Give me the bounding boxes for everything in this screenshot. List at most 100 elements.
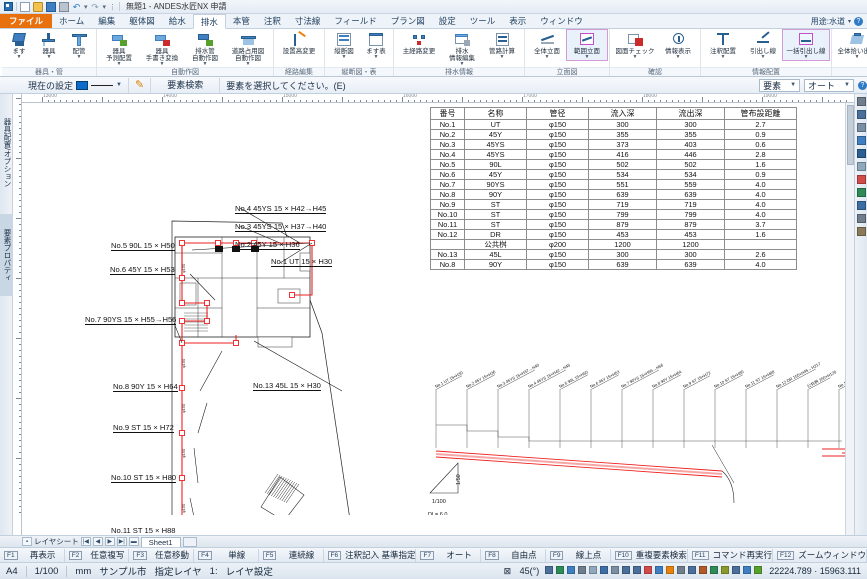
print-icon[interactable] <box>59 2 69 12</box>
table-row[interactable]: 公共桝φ20012001200 <box>431 240 797 250</box>
ribbon-button-8-0[interactable]: 全体拾い出し▼ <box>834 30 867 60</box>
table-row[interactable]: No.590Lφ1505025021.6 <box>431 160 797 170</box>
drawing-canvas[interactable]: φ150φ150φ150φ150φ150φ150No.1 UT 15×H30No… <box>22 103 854 535</box>
help-icon[interactable]: ? <box>858 81 867 90</box>
profile-label[interactable]: No.10 ST 15×H80 <box>713 369 745 390</box>
function-key-F5[interactable]: F5連続線 <box>259 549 324 562</box>
ribbon-button-3-0[interactable]: 縦断図▼ <box>327 30 361 60</box>
ribbon-button-1-1[interactable]: 器具 手書き変換▼ <box>139 30 185 67</box>
plan-label[interactable]: No.13 45L 15 × H30 <box>253 381 321 391</box>
layer-icon[interactable] <box>856 122 867 133</box>
blue-tool-icon[interactable] <box>654 565 665 576</box>
ribbon-button-2-0[interactable]: 設置高変更 <box>276 30 322 55</box>
ribbon-button-0-2[interactable]: 配管▼ <box>64 30 94 60</box>
ribbon-button-4-1[interactable]: 排水 情報編集▼ <box>442 30 482 67</box>
plan-label[interactable]: No.7 90YS 15 × H55→H56 <box>85 315 176 325</box>
chevron-down-icon[interactable]: ▼ <box>790 82 796 88</box>
function-key-F9[interactable]: F9線上点 <box>546 549 611 562</box>
ribbon-tab-5[interactable]: 排水 <box>193 14 226 29</box>
hatch-icon[interactable] <box>856 161 867 172</box>
pen-icon[interactable]: ✎ <box>135 80 144 91</box>
ortho-icon[interactable] <box>566 565 577 576</box>
pan-icon[interactable] <box>856 109 867 120</box>
ribbon-button-6-1[interactable]: 情報表示▼ <box>658 30 698 60</box>
add-sheet-icon[interactable] <box>183 537 197 547</box>
chevron-down-icon[interactable]: ▼ <box>500 55 505 60</box>
sidebar-item-element-properties[interactable]: 要素プロパティ <box>0 214 13 296</box>
chevron-down-icon[interactable]: ▼ <box>77 55 82 60</box>
ribbon-button-6-0[interactable]: 図面チェック▼ <box>612 30 658 60</box>
ribbon-tab-9[interactable]: フィールド <box>327 14 383 28</box>
function-key-F7[interactable]: F7オート <box>416 549 481 562</box>
refresh-icon[interactable] <box>753 565 764 576</box>
table-row[interactable]: No.645Yφ1505345340.9 <box>431 170 797 180</box>
ribbon-tab-4[interactable]: 給水 <box>162 14 193 28</box>
profile-label[interactable]: No.1 UT 15×H30 <box>434 370 464 390</box>
ribbon-button-5-1[interactable]: 範囲立面▼ <box>567 30 607 60</box>
layer-sheet-icon[interactable]: ▪ <box>22 537 32 546</box>
plan-label[interactable]: No.2 45Y 15 × H36 <box>235 240 300 250</box>
plan-label[interactable]: No.8 90Y 15 × H64 <box>113 382 178 392</box>
table-row[interactable]: No.445YSφ1504164462.8 <box>431 150 797 160</box>
key-icon[interactable] <box>720 565 731 576</box>
ribbon-button-7-0[interactable]: 注釈配置▼ <box>703 30 743 60</box>
table-row[interactable]: No.790YSφ1505515594.0 <box>431 180 797 190</box>
ribbon-button-4-0[interactable]: 主経路変更 <box>396 30 442 55</box>
zoom-icon[interactable] <box>856 213 867 224</box>
profile-label[interactable]: No.11 ST 15×H88 <box>744 369 776 389</box>
ribbon-tab-7[interactable]: 注釈 <box>257 14 288 28</box>
canvas-vertical-scrollbar[interactable] <box>845 103 854 535</box>
sidebar-item-kigu-haichi[interactable]: 器具配置/オプション <box>0 98 13 208</box>
profile-label[interactable]: No.5 90L 15×H50 <box>558 369 589 389</box>
chevron-down-icon[interactable]: ▼ <box>676 55 681 60</box>
plan-label[interactable]: No.4 45YS 15 × H42→H45 <box>235 204 326 214</box>
ribbon-button-0-0[interactable]: ます▼ <box>4 30 34 60</box>
next-sheet-button[interactable]: ▶ <box>105 537 115 546</box>
ribbon-tab-2[interactable]: 編集 <box>91 14 122 28</box>
zoom-out-icon[interactable] <box>632 565 643 576</box>
linetype-dropdown-icon[interactable]: ▼ <box>116 82 122 88</box>
table-row[interactable]: No.12DRφ1504534531.6 <box>431 230 797 240</box>
window-icon[interactable] <box>731 565 742 576</box>
globe-icon[interactable] <box>856 187 867 198</box>
plan-label[interactable]: No.11 ST 15 × H88 <box>111 526 176 535</box>
ribbon-button-7-1[interactable]: 引出し線▼ <box>743 30 783 60</box>
last-sheet-button[interactable]: ▶| <box>117 537 127 546</box>
osnap-icon[interactable] <box>588 565 599 576</box>
new-file-icon[interactable] <box>20 2 30 12</box>
profile-label[interactable]: No.9 ST 15×H72 <box>682 370 712 389</box>
ribbon-tab-14[interactable]: ウィンドウ <box>533 14 590 28</box>
layer-mode-label[interactable]: 指定レイヤ <box>154 564 201 578</box>
save-icon[interactable] <box>46 2 56 12</box>
chevron-down-icon[interactable]: ▼ <box>342 55 347 60</box>
chevron-down-icon[interactable]: ▼ <box>804 55 809 60</box>
table-row[interactable]: No.11STφ1508798793.7 <box>431 220 797 230</box>
table-tool-icon[interactable] <box>687 565 698 576</box>
ribbon-tab-13[interactable]: 表示 <box>502 14 533 28</box>
chevron-down-icon[interactable]: ▼ <box>761 55 766 60</box>
chevron-down-icon[interactable]: ▼ <box>721 55 726 60</box>
layer-setting-button[interactable]: レイヤ設定 <box>226 564 273 578</box>
help-icon[interactable]: ? <box>854 17 863 26</box>
monitor-icon[interactable] <box>856 200 867 211</box>
ribbon-tab-8[interactable]: 寸法線 <box>288 14 328 28</box>
element-filter-combo[interactable]: 要素 ▼ <box>759 79 800 92</box>
chevron-down-icon[interactable]: ▼ <box>374 55 379 60</box>
plan-label[interactable]: No.3 45YS 15 × H37→H40 <box>235 222 326 232</box>
chevron-down-icon[interactable]: ▼ <box>844 82 850 88</box>
ribbon-tab-3[interactable]: 躯体図 <box>122 14 162 28</box>
function-key-F1[interactable]: F1再表示 <box>0 549 65 562</box>
circle-icon[interactable] <box>610 565 621 576</box>
pen-tool-icon[interactable] <box>665 565 676 576</box>
pen-settings-cell[interactable]: ✎ <box>129 78 151 93</box>
chevron-down-icon[interactable]: ▼ <box>17 55 22 60</box>
ribbon-button-3-1[interactable]: ます表▼ <box>361 30 391 60</box>
table-row[interactable]: No.890Yφ1506396394.0 <box>431 190 797 200</box>
ribbon-button-1-0[interactable]: 器具 予測配置▼ <box>99 30 139 67</box>
plan-label[interactable]: No.10 ST 15 × H80 <box>111 473 176 483</box>
function-key-F4[interactable]: F4単線 <box>194 549 259 562</box>
table-row[interactable]: No.345YSφ1503734030.6 <box>431 140 797 150</box>
color-swatch[interactable] <box>76 81 88 90</box>
redo-dropdown-icon[interactable]: ▾ <box>103 3 107 11</box>
chevron-down-icon[interactable]: ▼ <box>545 55 550 60</box>
